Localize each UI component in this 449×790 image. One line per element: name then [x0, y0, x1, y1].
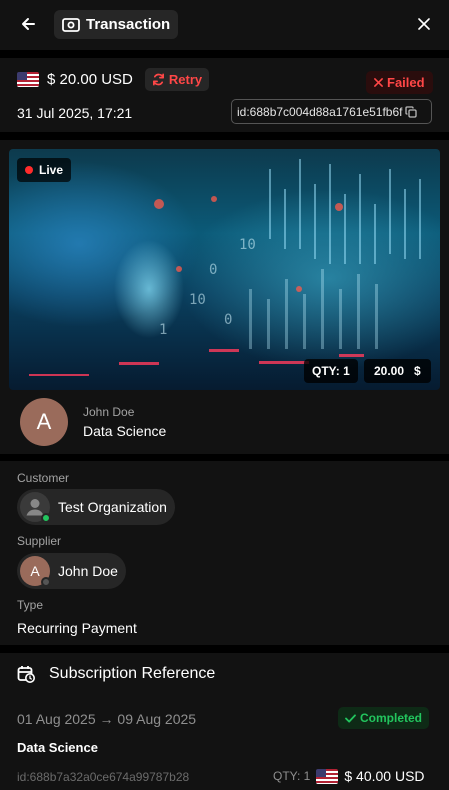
close-icon [418, 18, 430, 30]
back-button[interactable] [14, 10, 42, 38]
product-owner: John Doe [83, 405, 135, 419]
transaction-date: 31 Jul 2025, 17:21 [17, 105, 133, 121]
page-title: Transaction [86, 16, 171, 33]
subscription-amount: $ 40.00 USD [344, 768, 425, 784]
svg-text:10: 10 [189, 292, 206, 308]
retry-label: Retry [168, 72, 203, 87]
customer-label: Customer [17, 471, 70, 485]
status-label: Failed [387, 75, 425, 90]
type-label: Type [17, 598, 44, 612]
amount-row: $ 20.00 USD Retry [17, 68, 210, 91]
page-title-chip: Transaction [54, 10, 179, 39]
subscription-card: Subscription Reference 01 Aug 2025 → 09 … [0, 653, 449, 790]
subscription-title: Subscription Reference [49, 665, 216, 682]
product-image[interactable]: 10 0 10 1 0 Live QTY: 1 20.00 $ [9, 149, 440, 390]
subscription-header: Subscription Reference [17, 665, 215, 683]
svg-text:1: 1 [159, 322, 167, 338]
subscription-name: Data Science [17, 740, 98, 755]
arrow-left-icon [22, 18, 35, 30]
subscription-status-badge: Completed [338, 707, 430, 729]
price-badge: 20.00 $ [364, 359, 431, 383]
offline-status-icon [41, 577, 51, 587]
price-value: 20.00 [374, 364, 405, 378]
subscription-id: id:688b7a32a0ce674a99787b28 [17, 770, 190, 784]
svg-text:0: 0 [224, 312, 232, 328]
check-icon [345, 713, 356, 723]
calendar-clock-icon [17, 666, 35, 683]
banknote-icon [62, 17, 80, 32]
refresh-icon [152, 73, 164, 86]
supplier-name: John Doe [58, 563, 118, 579]
supplier-avatar: A [20, 556, 51, 587]
us-flag-icon [316, 768, 339, 784]
customer-chip[interactable]: Test Organization [17, 489, 175, 525]
svg-text:10: 10 [239, 237, 256, 253]
subscription-qty: QTY: 1 [273, 769, 311, 783]
transaction-id: id:688b7c004d88a1761e51fb6f [237, 104, 403, 119]
retry-button[interactable]: Retry [144, 68, 210, 91]
live-badge: Live [17, 158, 72, 182]
parties-card: Customer Test Organization Supplier A Jo… [0, 461, 449, 645]
close-button[interactable] [410, 10, 438, 38]
transaction-amount: $ 20.00 USD [47, 71, 133, 88]
live-dot-icon [25, 166, 33, 174]
supplier-initial: A [30, 563, 40, 579]
type-value: Recurring Payment [17, 620, 137, 636]
price-currency: $ [414, 364, 421, 378]
customer-name: Test Organization [58, 499, 167, 515]
supplier-label: Supplier [17, 534, 62, 548]
copy-icon[interactable] [404, 105, 417, 118]
svg-text:0: 0 [209, 262, 217, 278]
x-icon [374, 78, 383, 87]
status-badge: Failed [366, 71, 433, 94]
product-name: Data Science [83, 423, 167, 439]
quantity-badge: QTY: 1 [304, 359, 358, 383]
customer-avatar [20, 492, 51, 523]
transaction-id-chip[interactable]: id:688b7c004d88a1761e51fb6f [231, 99, 432, 124]
live-label: Live [39, 163, 64, 177]
us-flag-icon [17, 72, 39, 87]
subscription-date-range: 01 Aug 2025 → 09 Aug 2025 [17, 711, 197, 727]
product-owner-avatar: A [20, 398, 68, 446]
top-bar: Transaction [0, 0, 449, 50]
subscription-amount-row: QTY: 1 $ 40.00 USD [273, 768, 425, 784]
supplier-chip[interactable]: A John Doe [17, 553, 126, 589]
online-status-icon [41, 513, 51, 523]
data-visual-art: 100 1010 [29, 159, 421, 376]
transaction-summary: $ 20.00 USD Retry Failed 31 Jul 2025, 17… [0, 58, 449, 132]
subscription-status-label: Completed [360, 711, 423, 725]
product-card: 10 0 10 1 0 Live QTY: 1 20.00 $ A John Doe … [0, 140, 449, 454]
